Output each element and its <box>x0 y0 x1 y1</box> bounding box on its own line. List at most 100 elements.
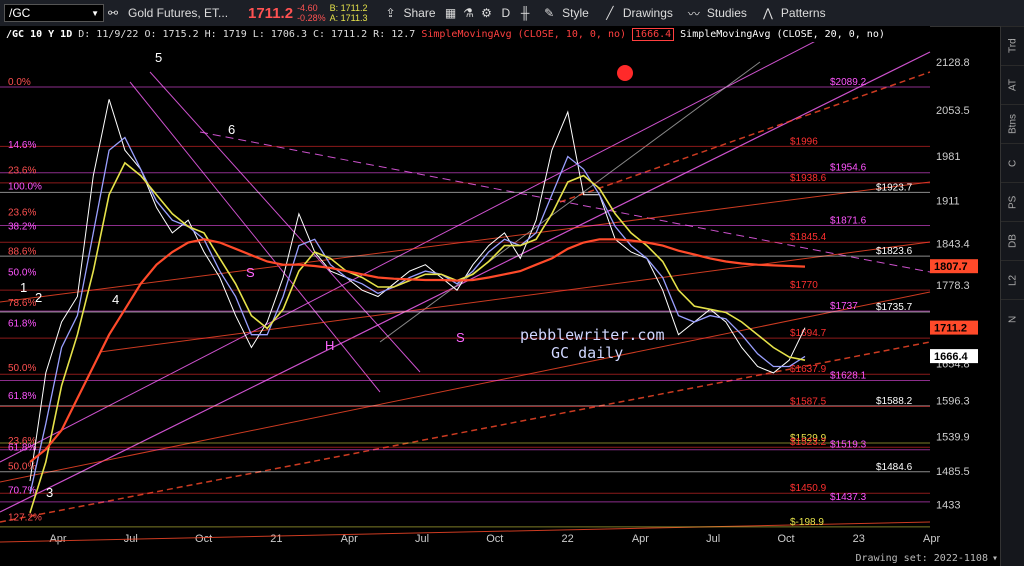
watermark-line2: GC daily <box>551 344 623 362</box>
fib-label: 38.2% <box>8 222 36 233</box>
fib-label: 23.6% <box>8 208 36 219</box>
side-tab-trd[interactable]: Trd <box>1001 26 1024 65</box>
y-tick-label: 1539.9 <box>936 432 970 444</box>
y-tick-label: 1843.4 <box>936 238 970 250</box>
level-label: $1923.7 <box>876 182 913 193</box>
bar-close: C: 1711.2 <box>312 28 368 40</box>
level-label: $1637.9 <box>790 364 827 375</box>
y-tick-label: 2053.5 <box>936 105 970 117</box>
level-label: $1996 <box>790 136 818 147</box>
level-label: $1437.3 <box>830 492 867 503</box>
fib-label: 78.6% <box>8 298 36 309</box>
wave-label: 2 <box>35 290 42 305</box>
sma10-label[interactable]: SimpleMovingAvg (CLOSE, 10, 0, no) <box>421 29 626 40</box>
share-button[interactable]: ⇪ Share <box>375 4 441 22</box>
fib-label: 70.7% <box>8 486 36 497</box>
chevron-down-icon: ▼ <box>91 8 99 18</box>
x-tick-label: 23 <box>853 533 865 545</box>
level-label: $1694.7 <box>790 328 827 339</box>
level-label: $1845.4 <box>790 232 827 243</box>
wave-label: H <box>325 338 334 353</box>
fib-label: 50.0% <box>8 363 36 374</box>
level-label: $1954.6 <box>830 163 867 174</box>
x-tick-label: Oct <box>486 533 503 545</box>
style-icon: ✎ <box>544 6 555 20</box>
studies-icon: 〰 <box>687 6 700 21</box>
wave-label: 5 <box>155 50 162 65</box>
y-tick-label: 1981 <box>936 151 960 163</box>
side-tab-ps[interactable]: PS <box>1001 182 1024 221</box>
x-tick-label: Jul <box>706 533 720 545</box>
side-tab-at[interactable]: AT <box>1001 65 1024 104</box>
side-tab-c[interactable]: C <box>1001 143 1024 182</box>
bar-range: R: 12.7 <box>373 28 416 40</box>
level-label: $1587.5 <box>790 396 827 407</box>
candles-icon[interactable]: ╫ <box>516 4 534 22</box>
y-tick-label: 1911 <box>936 195 960 207</box>
side-tab-n[interactable]: N <box>1001 299 1024 338</box>
symbol-selector[interactable]: /GC ▼ <box>4 4 104 22</box>
price-tag-label: 1711.2 <box>934 323 967 335</box>
x-tick-label: Apr <box>49 533 66 545</box>
grid-icon[interactable]: ▦ <box>442 4 460 22</box>
y-tick-label: 2128.8 <box>936 57 970 69</box>
fib-label: 61.8% <box>8 318 36 329</box>
fib-label: 23.6% <box>8 166 36 177</box>
y-tick-label: 1778.3 <box>936 280 970 292</box>
x-tick-label: Jul <box>415 533 429 545</box>
chevron-down-icon[interactable]: ▾ <box>992 553 998 564</box>
wave-label: S <box>246 265 255 280</box>
studies-button[interactable]: 〰 Studies <box>679 4 753 22</box>
drawings-button[interactable]: ╱ Drawings <box>595 4 679 22</box>
level-label: $1770 <box>790 280 818 291</box>
change-block: -4.60 -0.28% <box>297 3 326 23</box>
level-label: $1735.7 <box>876 302 913 313</box>
link-icon[interactable]: ⚯ <box>104 4 122 22</box>
x-tick-label: Apr <box>923 533 940 545</box>
wave-label: 1 <box>20 280 27 295</box>
flask-icon[interactable]: ⚗ <box>460 4 478 22</box>
drawing-set-label: Drawing set: 2022-1108 <box>855 553 988 564</box>
level-label: $1523.2 <box>790 437 827 448</box>
level-label: $2089.2 <box>830 77 867 88</box>
wave-label: S <box>456 330 465 345</box>
fib-label: 50.0% <box>8 267 36 278</box>
status-bar: Drawing set: 2022-1108 ▾ <box>856 553 998 564</box>
side-tab-btns[interactable]: Btns <box>1001 104 1024 143</box>
x-tick-label: Apr <box>632 533 649 545</box>
studies-label: Studies <box>706 6 747 20</box>
peak-marker <box>617 65 633 81</box>
style-button[interactable]: ✎ Style <box>534 4 595 22</box>
fib-label: 0.0% <box>8 77 31 88</box>
patterns-button[interactable]: ⋀ Patterns <box>753 4 832 22</box>
fib-label: 88.6% <box>8 246 36 257</box>
price-axis-background <box>930 42 1000 566</box>
side-tab-db[interactable]: DB <box>1001 221 1024 260</box>
aggregation-button[interactable]: D <box>496 6 517 20</box>
price-chart[interactable]: 2128.82053.5198119111843.41778.31654.815… <box>0 42 1000 566</box>
gear-icon[interactable]: ⚙ <box>478 4 496 22</box>
wave-label: 3 <box>46 485 53 500</box>
price-tag-label: 1807.7 <box>934 261 968 273</box>
level-label: $1588.2 <box>876 396 913 407</box>
bar-open: O: 1715.2 <box>144 28 199 40</box>
level-label: $1737 <box>830 301 858 312</box>
change-value: -4.60 <box>297 3 318 13</box>
x-tick-label: Oct <box>195 533 212 545</box>
patterns-label: Patterns <box>780 6 826 20</box>
bar-high: H: 1719 <box>204 28 247 40</box>
level-label: $1450.9 <box>790 483 827 494</box>
x-tick-label: 21 <box>270 533 282 545</box>
bar-low: L: 1706.3 <box>252 28 307 40</box>
ask-value: A: 1711.3 <box>329 13 368 23</box>
sma20-label[interactable]: SimpleMovingAvg (CLOSE, 20, 0, no) <box>680 29 885 40</box>
level-label: $1938.6 <box>790 173 827 184</box>
watermark-line1: pebblewriter.com <box>520 326 665 344</box>
level-label: $1628.1 <box>830 370 867 381</box>
patterns-icon: ⋀ <box>762 6 773 20</box>
side-tab-l2[interactable]: L2 <box>1001 260 1024 299</box>
fib-label: 127.2% <box>8 512 42 523</box>
y-tick-label: 1433 <box>936 500 960 512</box>
change-percent: -0.28% <box>297 13 326 23</box>
fib-label: 100.0% <box>8 182 42 193</box>
